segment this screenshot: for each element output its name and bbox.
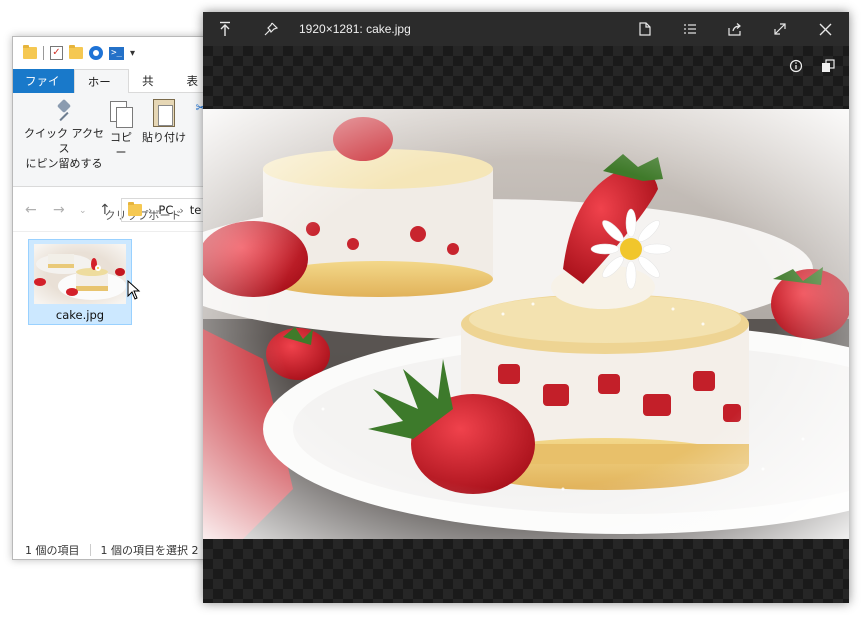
file-name-label: cake.jpg <box>55 308 105 322</box>
selected-count: 1 個の項目を選択 2 <box>100 544 199 557</box>
copy-icon <box>110 101 133 128</box>
pin-label-line2: にピン留めする <box>25 157 103 170</box>
pin-to-quick-access-button[interactable]: クイック アクセス にピン留めする <box>19 101 109 171</box>
chevron-right-icon: › <box>148 203 153 217</box>
ribbon-tabs: ファイル ホーム 共有 表 <box>13 69 211 113</box>
image-viewer-window: 1920×1281: cake.jpg <box>203 12 849 603</box>
address-bar-row: ← → ⌄ ↑ › PC › te <box>13 188 211 232</box>
copy-button[interactable]: コピー <box>105 101 137 160</box>
list-icon[interactable] <box>670 12 710 46</box>
pin-icon <box>56 101 72 123</box>
breadcrumb-pc[interactable]: PC <box>158 203 173 217</box>
pin-label-line1: クイック アクセス <box>24 127 104 155</box>
back-arrow-icon[interactable]: ← <box>25 202 37 218</box>
powershell-icon[interactable]: >_ <box>109 46 124 60</box>
tab-share[interactable]: 共有 <box>129 69 173 112</box>
properties-icon[interactable]: ✓ <box>50 46 63 60</box>
tab-file[interactable]: ファイル <box>13 69 74 112</box>
info-icon[interactable] <box>785 56 807 76</box>
fullscreen-icon[interactable] <box>760 12 800 46</box>
folder-icon[interactable] <box>23 45 37 59</box>
file-list: cake.jpg <box>13 233 211 539</box>
chevron-right-icon: › <box>179 203 184 217</box>
displayed-image[interactable] <box>203 109 849 539</box>
tab-home[interactable]: ホーム <box>73 69 130 113</box>
transparency-background-top <box>203 46 849 109</box>
quick-access-toolbar: ✓ >_ ▾ <box>13 37 211 69</box>
paste-button[interactable]: 貼り付け <box>141 99 187 145</box>
address-bar[interactable]: › PC › te <box>121 198 211 222</box>
close-icon[interactable] <box>805 12 845 46</box>
viewer-title: 1920×1281: cake.jpg <box>299 22 411 36</box>
transparency-background-bottom <box>203 539 849 603</box>
new-file-icon[interactable] <box>625 12 665 46</box>
breadcrumb-folder[interactable]: te <box>190 203 202 217</box>
recent-locations-icon[interactable]: ⌄ <box>79 206 87 216</box>
new-folder-icon[interactable] <box>69 45 83 59</box>
paste-label: 貼り付け <box>142 131 186 144</box>
customize-dropdown-icon[interactable]: ▾ <box>130 48 135 59</box>
folder-icon <box>128 202 142 216</box>
viewer-title-bar[interactable]: 1920×1281: cake.jpg <box>203 12 849 46</box>
file-item-cake[interactable]: cake.jpg <box>28 239 132 325</box>
file-thumbnail <box>34 244 126 304</box>
forward-arrow-icon[interactable]: → <box>53 202 65 218</box>
toolbar-separator <box>43 46 44 60</box>
ribbon-home: クイック アクセス にピン留めする コピー 貼り付け ✂ クリップボード <box>13 93 211 222</box>
status-separator <box>89 544 91 556</box>
paste-icon <box>153 99 175 127</box>
share-icon[interactable] <box>715 12 755 46</box>
mouse-cursor-icon <box>127 280 141 300</box>
pin-icon[interactable] <box>251 12 291 46</box>
copy-label: コピー <box>110 131 132 159</box>
up-arrow-icon[interactable]: ↑ <box>99 202 111 218</box>
always-on-top-icon[interactable] <box>205 12 245 46</box>
item-count: 1 個の項目 <box>25 544 80 557</box>
copy-icon[interactable] <box>817 56 839 76</box>
status-bar: 1 個の項目 1 個の項目を選択 2 <box>13 539 211 559</box>
file-explorer-window: ✓ >_ ▾ ファイル ホーム 共有 表 クイック アクセス にピン留めする コ… <box>12 36 212 560</box>
settings-icon[interactable] <box>89 46 103 60</box>
